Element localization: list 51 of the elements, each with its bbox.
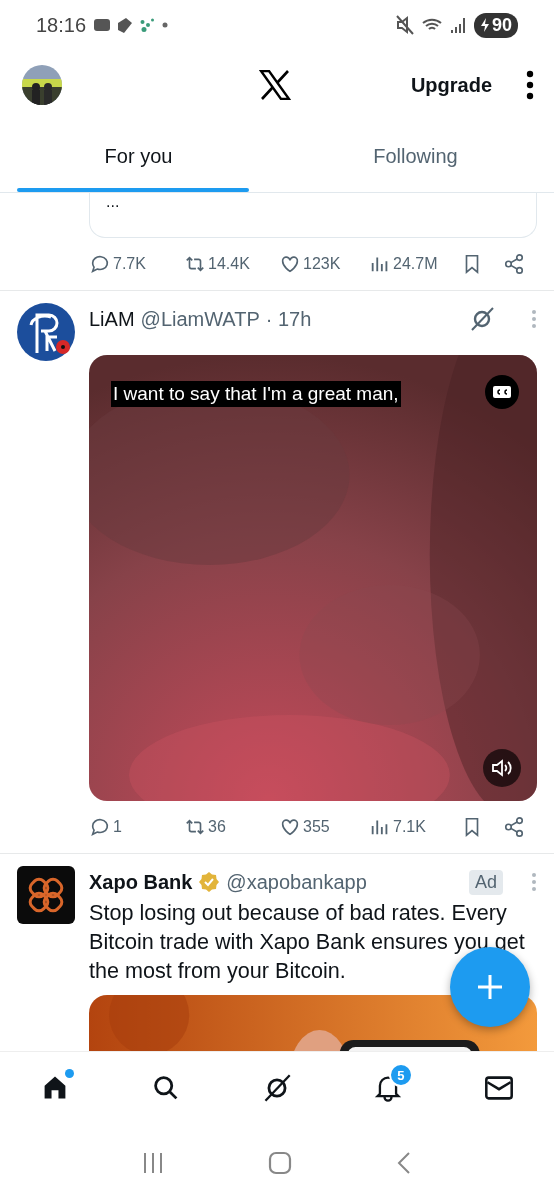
reply-count: 1 bbox=[113, 818, 122, 836]
upgrade-link[interactable]: Upgrade bbox=[410, 73, 492, 97]
cc-icon bbox=[492, 385, 512, 399]
feed-tab[interactable]: For you bbox=[0, 120, 277, 192]
mute-icon bbox=[395, 15, 414, 35]
reply-count: 7.7K bbox=[113, 255, 146, 273]
share-icon[interactable] bbox=[503, 253, 525, 275]
feed-tab[interactable]: Following bbox=[277, 120, 554, 192]
handle[interactable]: @xapobankapp bbox=[226, 870, 367, 894]
crest-avatar[interactable] bbox=[17, 303, 75, 361]
like-count: 123K bbox=[303, 255, 341, 273]
volume-button[interactable] bbox=[483, 749, 521, 787]
like-count: 355 bbox=[303, 818, 330, 836]
views-count: 24.7M bbox=[393, 255, 438, 273]
video-caption: I want to say that I'm a great man, bbox=[111, 381, 401, 407]
speaker-icon bbox=[491, 758, 513, 778]
views-count: 7.1K bbox=[393, 818, 426, 836]
repost-count: 36 bbox=[208, 818, 226, 836]
battery-level: 90 bbox=[473, 12, 518, 38]
dots-icon bbox=[140, 18, 155, 32]
ad-label: Ad bbox=[468, 869, 503, 895]
heart-icon[interactable] bbox=[279, 816, 301, 838]
x-logo bbox=[259, 70, 291, 100]
status-time: 18:16 bbox=[36, 13, 87, 37]
tag-icon bbox=[118, 17, 133, 33]
speech-bubble-icon[interactable] bbox=[89, 253, 111, 275]
repost-count: 14.4K bbox=[208, 255, 250, 273]
quote-text: ... bbox=[106, 193, 120, 210]
back-icon[interactable] bbox=[396, 1151, 412, 1175]
recent-apps-icon[interactable] bbox=[142, 1152, 164, 1174]
card-icon bbox=[94, 19, 111, 31]
plus-icon bbox=[476, 973, 504, 1001]
display-name[interactable]: Xapo Bank bbox=[89, 870, 193, 894]
repost-icon[interactable] bbox=[184, 816, 206, 838]
grok-icon[interactable] bbox=[262, 1073, 292, 1103]
handle[interactable]: @LiamWATP bbox=[140, 307, 260, 331]
wifi-icon bbox=[421, 18, 442, 32]
signal-icon bbox=[449, 17, 466, 33]
display-name[interactable]: LiAM bbox=[89, 307, 135, 331]
post-time: · 17h bbox=[265, 307, 312, 331]
share-icon[interactable] bbox=[503, 816, 525, 838]
mail-icon[interactable] bbox=[483, 1073, 514, 1103]
more-icon[interactable] bbox=[526, 70, 534, 100]
grok-icon[interactable] bbox=[469, 306, 495, 332]
logo-avatar[interactable] bbox=[17, 866, 75, 924]
dot-icon bbox=[162, 22, 169, 28]
notification-count: 5 bbox=[388, 1063, 413, 1087]
bolt-icon bbox=[479, 18, 490, 32]
speech-bubble-icon[interactable] bbox=[89, 816, 111, 838]
repost-icon[interactable] bbox=[184, 253, 206, 275]
heart-icon[interactable] bbox=[279, 253, 301, 275]
